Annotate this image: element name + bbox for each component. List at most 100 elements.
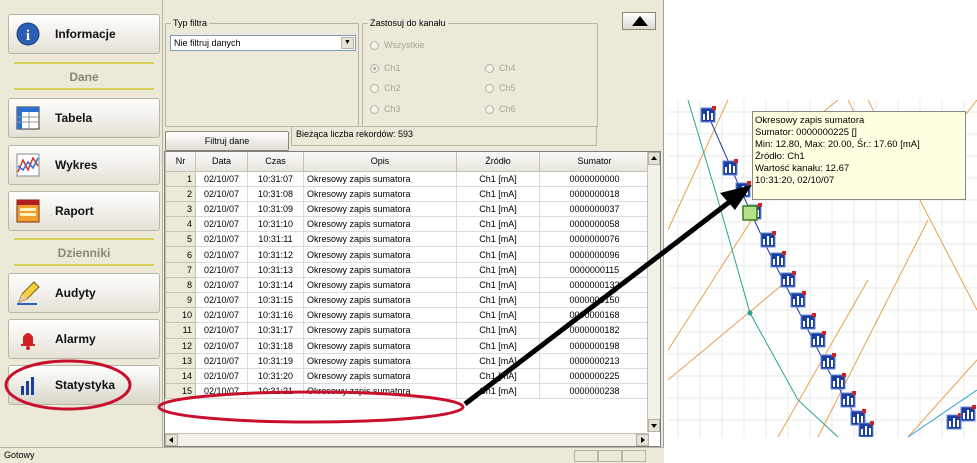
nav-button-report[interactable]: Raport [8,191,160,231]
nav-label-report: Raport [55,204,94,218]
table-row[interactable]: 4 02/10/07 10:31:10 Okresowy zapis sumatora… [165,216,650,233]
nav-button-table[interactable]: Tabela [8,98,160,138]
table-cell: 12 [165,337,196,354]
marker-bar [733,166,735,173]
marker-bar [746,188,748,195]
radio-ch2[interactable]: Ch2 [370,83,401,93]
nav-button-chart[interactable]: Wykres [8,145,160,185]
filter-type-legend: Typ filtra [171,18,210,28]
channel-legend: Zastosuj do kanału [368,18,448,28]
scroll-left-icon[interactable] [165,434,178,446]
tooltip-line: Min: 12.80, Max: 20.00, Śr.: 17.60 [mA] [755,139,920,150]
table-cell: 10:31:16 [247,307,304,324]
table-cell: 10:31:11 [247,231,304,248]
table-row[interactable]: 15 02/10/07 10:31:21 Okresowy zapis sumator… [165,383,650,400]
table-cell: Ch1 [mA] [456,246,540,263]
table-cell: 14 [165,367,196,385]
table-row[interactable]: 9 02/10/07 10:31:15 Okresowy zapis sumatora… [165,291,650,309]
table-row[interactable]: 1 02/10/07 10:31:07 Okresowy zapis sumatora… [165,170,650,187]
radio-ch5[interactable]: Ch5 [485,83,516,93]
filter-type-select[interactable]: Nie filtruj danych ▼ [170,35,356,51]
data-point-tooltip: Okresowy zapis sumatora Sumator: 0000000… [752,111,966,200]
table-cell: Ch1 [mA] [456,383,540,400]
chevron-down-icon[interactable]: ▼ [341,37,354,49]
table-row[interactable]: 2 02/10/07 10:31:08 Okresowy zapis sumatora… [165,185,650,202]
horizontal-scrollbar[interactable] [165,433,649,446]
scroll-down-icon[interactable] [648,419,660,432]
nav-button-audits[interactable]: Audyty [8,273,160,313]
marker-flag [972,405,976,409]
nav-button-alarms[interactable]: Alarmy [8,319,160,359]
scroll-right-icon[interactable] [636,434,649,446]
status-cell [598,450,622,462]
marker-bar [703,114,705,120]
table-cell: 1 [165,170,196,187]
radio-icon [370,40,379,50]
radio-ch4[interactable]: Ch4 [485,63,516,73]
tooltip-line: Okresowy zapis sumatora [755,115,865,126]
table-cell: 02/10/07 [195,367,248,385]
marker-bar [949,421,951,427]
table-row[interactable]: 14 02/10/07 10:31:20 Okresowy zapis sumator… [165,367,650,385]
marker-bar [963,413,965,419]
table-row[interactable]: 10 02/10/07 10:31:16 Okresowy zapis sumator… [165,307,650,324]
table-cell: 0000000132 [539,276,650,294]
filter-button[interactable]: Filtruj dane [165,131,289,151]
column-header[interactable]: Sumator [539,152,650,172]
radio-label: Ch1 [384,63,401,73]
table-cell: 02/10/07 [195,231,248,248]
column-header[interactable]: Opis [303,152,457,172]
radio-all[interactable]: Wszystkie [370,40,425,50]
marker-flag [734,159,738,163]
nav-button-statistics[interactable]: Statystyka [8,365,160,405]
table-icon [15,105,41,131]
collapse-button[interactable] [622,12,656,30]
marker-flag [802,291,806,295]
radio-ch1[interactable]: Ch1 [370,63,401,73]
table-row[interactable]: 6 02/10/07 10:31:12 Okresowy zapis sumatora… [165,246,650,263]
column-header[interactable]: Źródło [456,152,540,172]
column-header[interactable]: Data [195,152,248,172]
table-row[interactable]: 8 02/10/07 10:31:14 Okresowy zapis sumatora… [165,276,650,294]
table-row[interactable]: 3 02/10/07 10:31:09 Okresowy zapis sumatora… [165,200,650,218]
nav-label-table: Tabela [55,111,93,125]
marker-bar [787,276,789,285]
table-cell: Okresowy zapis sumatora [303,291,457,309]
table-row[interactable]: 5 02/10/07 10:31:11 Okresowy zapis sumatora… [165,231,650,248]
nav-label-info: Informacje [55,27,116,41]
marker-flag [852,391,856,395]
table-cell: Okresowy zapis sumatora [303,231,457,248]
table-cell: 0000000058 [539,216,650,233]
table-cell: 10:31:19 [247,352,304,369]
marker-bar [841,380,843,387]
radio-ch3[interactable]: Ch3 [370,104,401,114]
status-cell [622,450,646,462]
table-cell: 0000000115 [539,261,650,278]
table-cell: Okresowy zapis sumatora [303,337,457,354]
column-header[interactable]: Nr [165,152,196,172]
records-table[interactable]: Nr Data Czas Opis Źródło Sumator 1 02/10/07 10:… [164,151,661,447]
table-row[interactable]: 7 02/10/07 10:31:13 Okresowy zapis sumatora… [165,261,650,278]
table-row[interactable]: 12 02/10/07 10:31:18 Okresowy zapis sumator… [165,337,650,354]
table-cell: 10:31:18 [247,337,304,354]
table-cell: 0000000168 [539,307,650,324]
vertical-scrollbar[interactable] [647,152,660,432]
table-cell: 0000000198 [539,337,650,354]
table-cell: Okresowy zapis sumatora [303,200,457,218]
nav-button-info[interactable]: i Informacje [8,14,160,54]
table-row[interactable]: 13 02/10/07 10:31:19 Okresowy zapis sumator… [165,352,650,369]
marker-bar [771,238,773,245]
column-header[interactable]: Czas [247,152,304,172]
pencil-icon [15,280,41,306]
scroll-up-icon[interactable] [648,152,660,165]
marker-flag [822,331,826,335]
status-cell [574,450,598,462]
table-cell: 02/10/07 [195,185,248,202]
filter-type-value: Nie filtruj danych [174,38,241,48]
marker-bar [793,299,795,305]
table-cell: Ch1 [mA] [456,337,540,354]
tooltip-line: Źródło: Ch1 [755,151,805,162]
marker-bar [729,164,731,173]
radio-ch6[interactable]: Ch6 [485,104,516,114]
table-row[interactable]: 11 02/10/07 10:31:17 Okresowy zapis sumator… [165,322,650,339]
